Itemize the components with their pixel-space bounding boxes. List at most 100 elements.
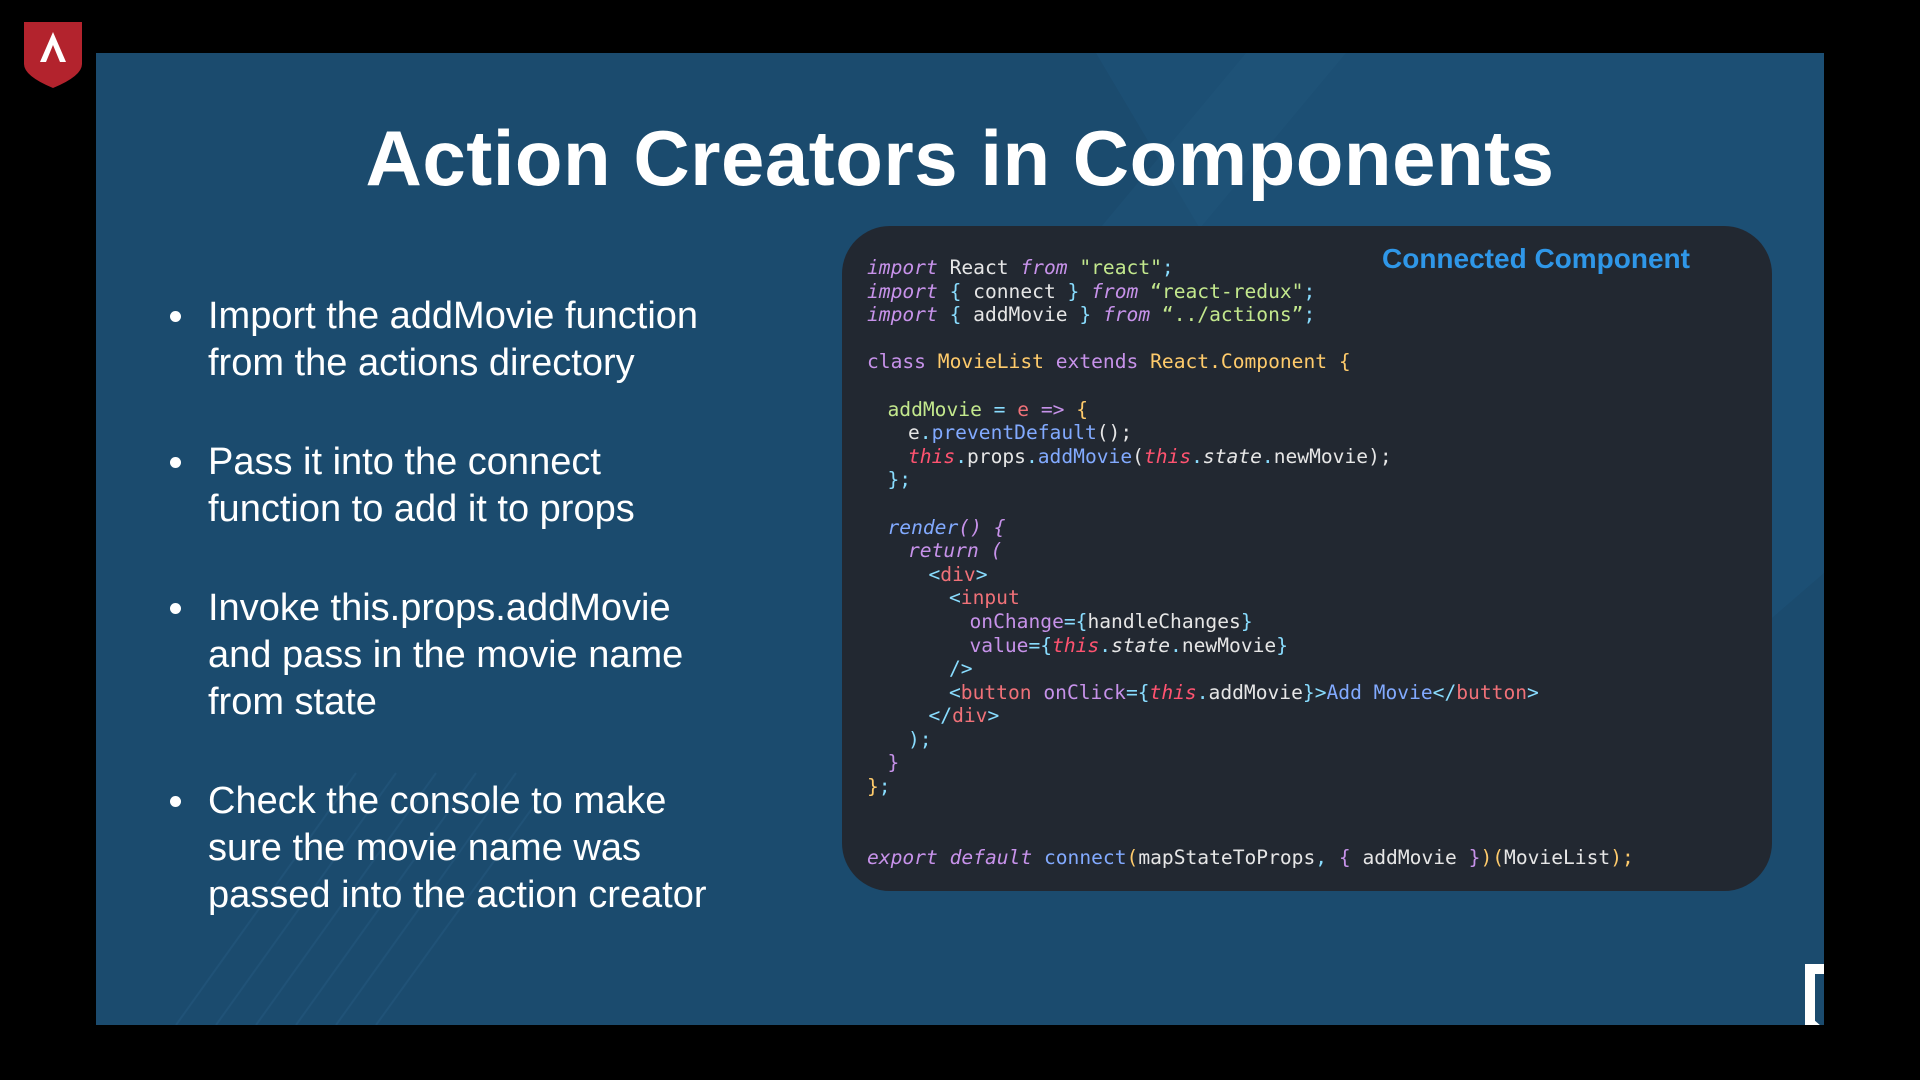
- code-line: <div>: [842, 563, 1634, 587]
- code-line: export default connect(mapStateToProps, …: [842, 846, 1634, 870]
- bullet-dot-icon: [170, 311, 181, 322]
- code-line: class MovieList extends React.Component …: [842, 350, 1634, 374]
- code-line: );: [842, 728, 1634, 752]
- code-token: {: [937, 279, 974, 303]
- code-token: e: [1017, 397, 1030, 421]
- code-token: }>: [1302, 680, 1327, 704]
- code-token: addMovie: [1208, 680, 1303, 704]
- code-token: <: [949, 680, 961, 704]
- code-token: return: [908, 539, 979, 563]
- bullet-text: Pass it into the connect function to add…: [208, 441, 635, 530]
- lambda-shield-outline-icon: [1804, 963, 1824, 1025]
- code-panel: Connected Component import React from "r…: [842, 226, 1772, 891]
- bullet-text: Check the console to make sure the movie…: [208, 780, 707, 916]
- code-token: (): [958, 515, 994, 539]
- code-token: (: [1132, 444, 1144, 468]
- code-line: return (: [842, 539, 1634, 563]
- code-token: import: [867, 303, 938, 327]
- code-token: ={: [1028, 633, 1053, 657]
- code-line: import React from "react";: [842, 256, 1634, 280]
- code-token: this: [1149, 680, 1197, 704]
- code-token: addMovie: [887, 397, 982, 421]
- code-token: from: [1091, 279, 1139, 303]
- code-token: value: [969, 633, 1029, 657]
- code-token: MovieList: [925, 350, 1056, 374]
- code-token: import: [867, 256, 938, 279]
- code-token: );: [1610, 845, 1634, 869]
- code-line: <input: [842, 586, 1634, 610]
- code-token: .: [919, 421, 932, 445]
- code-token: connect: [973, 279, 1056, 303]
- code-token: (: [978, 539, 1003, 563]
- code-token: newMovie: [1273, 444, 1369, 468]
- code-token: ;: [878, 775, 891, 799]
- code-token: state: [1111, 633, 1171, 657]
- code-token: state: [1202, 444, 1262, 468]
- code-token: from: [1102, 303, 1151, 327]
- code-token: >: [975, 562, 988, 586]
- bullet-list: Import the addMovie function from the ac…: [166, 293, 846, 971]
- code-token: .: [955, 444, 967, 468]
- code-line: import { addMovie } from “../actions”;: [842, 303, 1634, 327]
- code-token: .: [1170, 633, 1182, 657]
- code-token: </: [1432, 680, 1457, 704]
- code-token: {: [1076, 397, 1089, 421]
- code-token: <: [949, 586, 961, 610]
- bullet-text: Import the addMovie function from the ac…: [208, 295, 699, 384]
- code-token: >: [987, 704, 1000, 728]
- code-token: {: [937, 303, 974, 327]
- code-token: />: [949, 657, 973, 681]
- code-token: React.Component: [1138, 350, 1339, 374]
- code-token: (: [1126, 845, 1139, 869]
- code-token: ();: [1096, 421, 1133, 445]
- code-token: };: [887, 468, 912, 492]
- code-token: “react-redux": [1138, 279, 1304, 303]
- code-token: connect: [1032, 845, 1127, 869]
- code-token: “../actions”: [1150, 303, 1304, 327]
- code-line: onChange={handleChanges}: [842, 610, 1634, 634]
- code-line: />: [842, 657, 1634, 681]
- code-token: .: [1025, 444, 1038, 468]
- code-token: addMovie: [1362, 845, 1457, 869]
- code-token: ={: [1063, 609, 1088, 633]
- code-token: React: [937, 256, 1021, 279]
- code-line: e.preventDefault();: [842, 421, 1634, 445]
- slide: Action Creators in Components Import the…: [96, 53, 1824, 1025]
- code-token: newMovie: [1181, 633, 1277, 657]
- code-line: };: [842, 775, 1634, 799]
- code-token: <: [928, 562, 941, 586]
- code-line: value={this.state.newMovie}: [842, 634, 1634, 658]
- code-token: this: [908, 444, 956, 468]
- code-token: .: [1261, 444, 1274, 468]
- code-line: this.props.addMovie(this.state.newMovie)…: [842, 445, 1634, 469]
- code-token: }: [1456, 845, 1481, 869]
- code-token: }: [1276, 633, 1289, 657]
- bullet-dot-icon: [170, 796, 181, 807]
- code-line: render() {: [842, 516, 1634, 540]
- code-token: this: [1143, 444, 1192, 468]
- code-token: }: [1055, 279, 1092, 303]
- code-token: class: [867, 350, 926, 374]
- code-token: );: [908, 727, 932, 751]
- bullet-text: Invoke this.props.addMovie and pass in t…: [208, 587, 684, 723]
- code-token: .: [1196, 680, 1209, 704]
- code-token: div: [940, 562, 976, 586]
- code-token: e: [908, 421, 920, 445]
- bullet-item: Check the console to make sure the movie…: [166, 778, 846, 919]
- code-token: input: [960, 586, 1020, 610]
- code-token: .: [1099, 633, 1112, 657]
- code-line: };: [842, 468, 1634, 492]
- code-token: onChange: [969, 609, 1064, 633]
- code-token: ;: [1303, 303, 1316, 327]
- code-token: addMovie: [1037, 444, 1133, 468]
- code-line: import { connect } from “react-redux";: [842, 280, 1634, 304]
- code-token: import: [867, 279, 938, 303]
- code-token: );: [1368, 444, 1392, 468]
- code-token: .: [1191, 444, 1203, 468]
- code-token: </: [928, 704, 953, 728]
- code-line: addMovie = e => {: [842, 398, 1634, 422]
- code-token: {: [993, 515, 1006, 539]
